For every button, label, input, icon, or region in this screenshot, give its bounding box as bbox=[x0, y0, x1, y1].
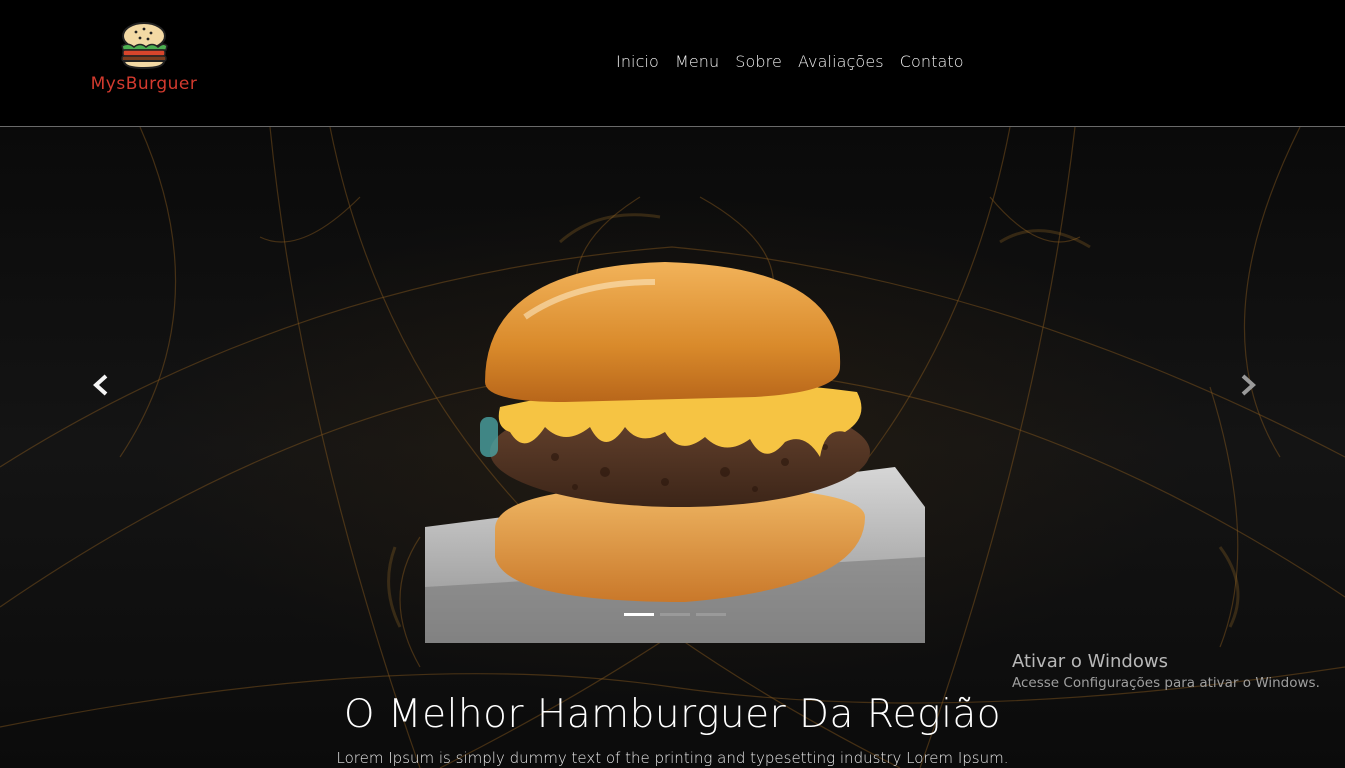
brand-logo[interactable]: MysBurguer bbox=[88, 20, 200, 100]
main-nav: Inicio Menu Sobre Avaliações Contato bbox=[616, 52, 964, 74]
burger-icon bbox=[121, 22, 168, 70]
carousel-slide-burger bbox=[425, 257, 925, 643]
nav-item-contato[interactable]: Contato bbox=[900, 52, 964, 74]
hero-subtitle: Lorem Ipsum is simply dummy text of the … bbox=[336, 749, 1009, 767]
nav-item-inicio[interactable]: Inicio bbox=[616, 52, 659, 74]
nav-item-sobre[interactable]: Sobre bbox=[735, 52, 782, 74]
carousel-indicator-1[interactable] bbox=[624, 613, 654, 616]
watermark-title: Ativar o Windows bbox=[1012, 651, 1168, 672]
os-activation-watermark: Ativar o Windows Acesse Configurações pa… bbox=[1012, 651, 1320, 691]
hero-title: O Melhor Hamburguer Da Região bbox=[343, 692, 1002, 737]
nav-item-menu[interactable]: Menu bbox=[675, 52, 719, 74]
nav-item-avaliacoes[interactable]: Avaliações bbox=[798, 52, 884, 74]
carousel-next-button[interactable] bbox=[1236, 372, 1260, 398]
site-header: MysBurguer Inicio Menu Sobre Avaliações … bbox=[0, 0, 1345, 127]
carousel-indicators bbox=[624, 613, 726, 616]
carousel-indicator-3[interactable] bbox=[696, 613, 726, 616]
chevron-right-icon bbox=[1241, 374, 1256, 396]
burger-photo bbox=[425, 262, 925, 643]
brand-name: MysBurguer bbox=[90, 74, 198, 94]
carousel-prev-button[interactable] bbox=[89, 372, 113, 398]
hero-carousel: Ativar o Windows Acesse Configurações pa… bbox=[0, 127, 1345, 768]
carousel-indicator-2[interactable] bbox=[660, 613, 690, 616]
watermark-subtitle: Acesse Configurações para ativar o Windo… bbox=[1012, 675, 1320, 691]
chevron-left-icon bbox=[93, 374, 108, 396]
